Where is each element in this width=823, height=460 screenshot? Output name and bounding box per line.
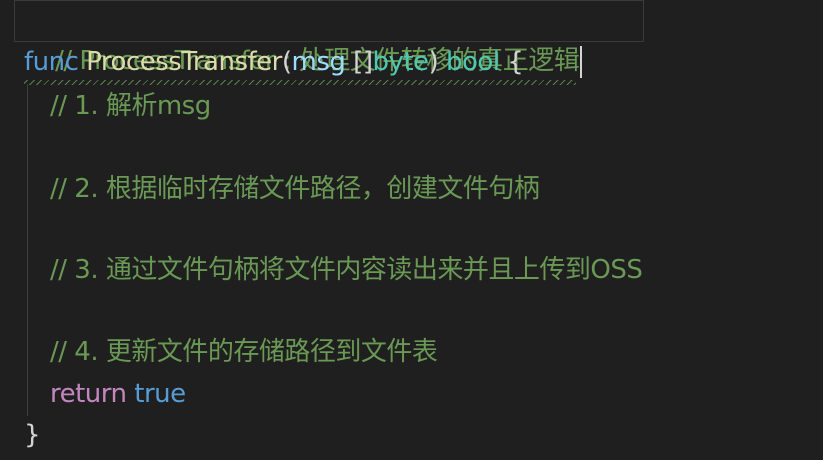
- code-line-10[interactable]: return true: [50, 374, 186, 415]
- text-cursor: [580, 45, 583, 78]
- code-line-1[interactable]: // ProcessTransfer : 处理文件转移的真正逻辑: [24, 0, 583, 78]
- brace-open: {: [507, 47, 524, 77]
- code-line-9[interactable]: // 4. 更新文件的存储路径到文件表: [50, 332, 438, 373]
- indent-guide: [27, 84, 28, 416]
- param-type: byte: [372, 47, 429, 77]
- keyword-func: func: [24, 47, 79, 77]
- slice-brackets: []: [353, 47, 373, 77]
- return-type: bool: [445, 47, 500, 77]
- code-line-3[interactable]: // 1. 解析msg: [50, 86, 211, 127]
- code-line-5[interactable]: // 2. 根据临时存储文件路径，创建文件句柄: [50, 169, 540, 210]
- param-name: msg: [291, 47, 346, 77]
- comment: // 1. 解析msg: [50, 91, 211, 121]
- code-editor[interactable]: // ProcessTransfer : 处理文件转移的真正逻辑 func Pr…: [0, 0, 823, 460]
- function-name: ProcessTransfer: [86, 47, 282, 77]
- warning-squiggle: [24, 80, 576, 85]
- paren-close: ): [428, 47, 439, 77]
- comment: // 2. 根据临时存储文件路径，创建文件句柄: [50, 174, 540, 204]
- keyword-return: return: [50, 379, 127, 409]
- comment: // 4. 更新文件的存储路径到文件表: [50, 337, 438, 367]
- bool-literal: true: [134, 379, 186, 409]
- comment: // 3. 通过文件句柄将文件内容读出来并且上传到OSS: [50, 255, 643, 285]
- paren-open: (: [281, 47, 292, 77]
- code-line-7[interactable]: // 3. 通过文件句柄将文件内容读出来并且上传到OSS: [50, 250, 643, 291]
- code-line-11[interactable]: }: [24, 415, 41, 456]
- code-line-2[interactable]: func ProcessTransfer(msg []byte) bool {: [24, 42, 524, 83]
- brace-close: }: [24, 420, 41, 450]
